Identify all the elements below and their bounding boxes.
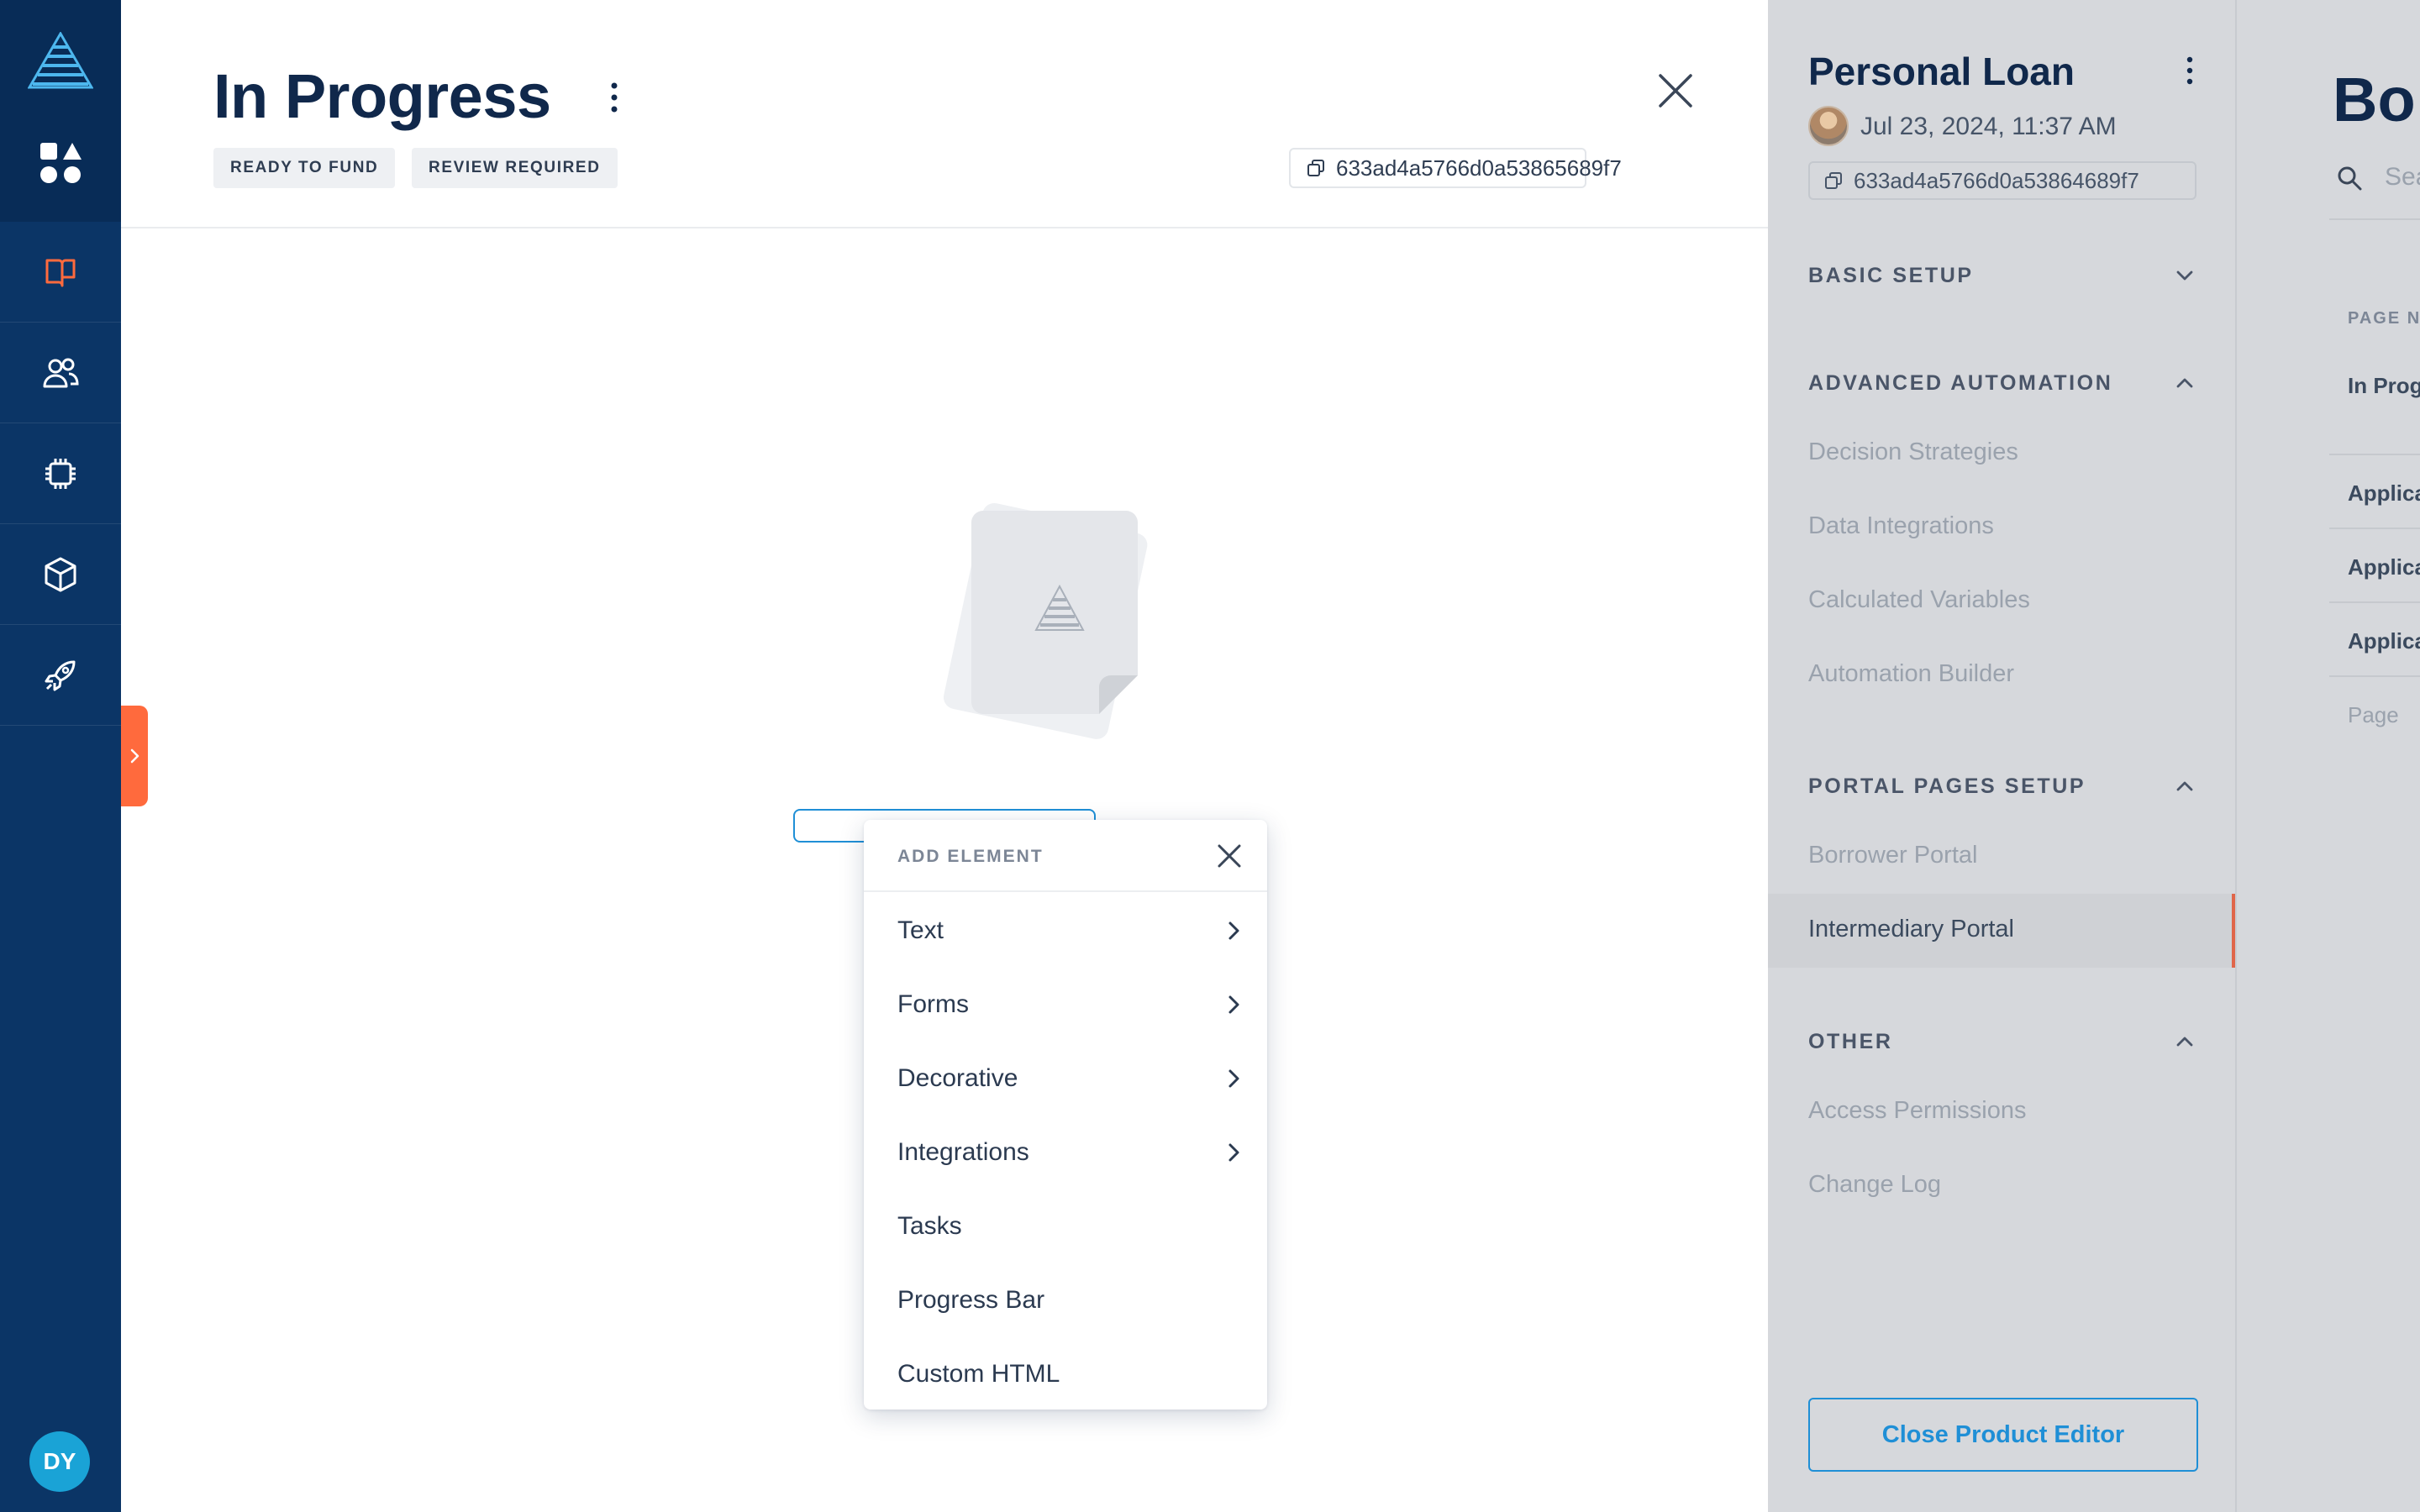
page-title: In Progress — [213, 61, 551, 131]
nav-item-modules[interactable] — [0, 524, 121, 625]
search-icon — [2338, 166, 2362, 191]
book-icon — [45, 259, 76, 286]
divider — [2329, 454, 2420, 455]
menu-item-forms[interactable]: Forms — [864, 968, 1267, 1042]
chevron-right-icon — [1228, 995, 1239, 1014]
divider — [2329, 675, 2420, 677]
updated-date: Jul 23, 2024, 11:37 AM — [1860, 113, 2117, 140]
id-value: 633ad4a5766d0a53865689f7 — [1336, 155, 1622, 181]
sidebar-item-label: Intermediary Portal — [1808, 916, 2014, 942]
add-element-popup: ADD ELEMENT Text Forms Decorative Integr… — [864, 820, 1267, 1410]
logo-area — [0, 0, 121, 222]
sidebar-item-automation-builder[interactable]: Automation Builder — [1808, 660, 2014, 688]
id-copy-chip[interactable]: 633ad4a5766d0a53865689f7 — [1289, 148, 1622, 188]
sidebar-item-data-integrations[interactable]: Data Integrations — [1808, 512, 1994, 540]
status-tag-review-required: REVIEW REQUIRED — [412, 148, 618, 188]
column-header-page-name: PAGE NA — [2348, 309, 2420, 328]
sidebar-item-calculated-variables[interactable]: Calculated Variables — [1808, 586, 2030, 614]
menu-item-custom-html[interactable]: Custom HTML — [864, 1337, 1267, 1411]
author-avatar — [1808, 106, 1849, 146]
divider — [2329, 601, 2420, 603]
menu-item-tasks[interactable]: Tasks — [864, 1189, 1267, 1263]
popup-title: ADD ELEMENT — [897, 847, 1044, 866]
section-basic-setup[interactable]: BASIC SETUP — [1808, 259, 2200, 292]
product-id-chip[interactable]: 633ad4a5766d0a53864689f7 — [1808, 161, 2196, 200]
chevron-right-icon — [1228, 1069, 1239, 1088]
chevron-right-icon — [130, 748, 139, 764]
user-avatar[interactable]: DY — [29, 1431, 90, 1492]
section-title: ADVANCED AUTOMATION — [1808, 370, 2113, 395]
sidebar-item-decision-strategies[interactable]: Decision Strategies — [1808, 438, 2018, 466]
table-row[interactable]: Applica — [2348, 554, 2420, 580]
chevron-up-icon — [2176, 378, 2193, 388]
menu-item-decorative[interactable]: Decorative — [864, 1042, 1267, 1116]
chevron-right-icon — [1228, 1143, 1239, 1162]
search-input[interactable]: Sea — [2385, 163, 2420, 192]
header-divider — [121, 227, 1768, 228]
sidebar-item-intermediary-portal[interactable]: Intermediary Portal — [1768, 894, 2235, 968]
more-options-icon[interactable] — [2185, 55, 2195, 86]
chip-icon — [45, 458, 76, 489]
pagination-label: Page — [2348, 702, 2399, 727]
divider — [2329, 218, 2420, 220]
nav-item-launch[interactable] — [0, 625, 121, 726]
nav-item-integrations[interactable] — [0, 423, 121, 524]
empty-page-illustration — [943, 502, 1148, 739]
table-row[interactable]: Applica — [2348, 628, 2420, 654]
close-icon[interactable] — [1215, 842, 1244, 870]
menu-item-label: Decorative — [897, 1064, 1018, 1092]
section-advanced-automation[interactable]: ADVANCED AUTOMATION — [1808, 366, 2200, 400]
cube-icon — [45, 557, 76, 591]
sidebar-item-access-permissions[interactable]: Access Permissions — [1808, 1097, 2026, 1125]
status-tag-ready-to-fund: READY TO FUND — [213, 148, 396, 188]
users-icon — [43, 358, 79, 387]
chevron-up-icon — [2176, 1037, 2193, 1047]
nav-item-products[interactable] — [0, 222, 121, 323]
product-editor-sidebar: Personal Loan Jul 23, 2024, 11:37 AM 633… — [1768, 0, 2235, 1512]
triangle-logo-icon[interactable] — [28, 32, 93, 89]
chevron-right-icon — [1228, 921, 1239, 940]
more-options-icon[interactable] — [608, 81, 620, 114]
left-navigation: DY — [0, 0, 121, 1512]
copy-icon — [1307, 160, 1324, 176]
menu-item-text[interactable]: Text — [864, 894, 1267, 968]
close-icon[interactable] — [1655, 71, 1696, 111]
menu-item-label: Progress Bar — [897, 1286, 1045, 1314]
section-portal-pages-setup[interactable]: PORTAL PAGES SETUP — [1808, 769, 2200, 803]
popup-header: ADD ELEMENT — [864, 820, 1267, 892]
expand-panel-tab[interactable] — [121, 706, 148, 806]
rocket-icon — [45, 660, 76, 690]
apps-icon[interactable] — [39, 141, 82, 185]
sidebar-item-borrower-portal[interactable]: Borrower Portal — [1808, 842, 1977, 869]
section-title: OTHER — [1808, 1029, 1893, 1053]
menu-item-label: Custom HTML — [897, 1360, 1060, 1388]
background-page-panel: Bo Sea PAGE NA In Prog Applica Applica A… — [2235, 0, 2420, 1512]
menu-item-label: Text — [897, 916, 944, 944]
copy-icon — [1825, 172, 1842, 189]
panel-title: Bo — [2333, 65, 2416, 134]
page-editor-panel: In Progress READY TO FUND REVIEW REQUIRE… — [121, 0, 1768, 1512]
menu-item-label: Forms — [897, 990, 969, 1018]
section-title: PORTAL PAGES SETUP — [1808, 774, 2086, 798]
menu-item-progress-bar[interactable]: Progress Bar — [864, 1263, 1267, 1337]
section-title: BASIC SETUP — [1808, 263, 1974, 287]
menu-item-integrations[interactable]: Integrations — [864, 1116, 1267, 1189]
product-id-value: 633ad4a5766d0a53864689f7 — [1854, 167, 2139, 193]
table-row[interactable]: In Prog — [2348, 373, 2420, 399]
sidebar-item-change-log[interactable]: Change Log — [1808, 1171, 1941, 1199]
chevron-down-icon — [2176, 270, 2193, 281]
section-other[interactable]: OTHER — [1808, 1025, 2200, 1058]
divider — [2329, 528, 2420, 529]
close-product-editor-button[interactable]: Close Product Editor — [1808, 1398, 2198, 1472]
chevron-up-icon — [2176, 781, 2193, 791]
menu-item-label: Tasks — [897, 1212, 962, 1240]
product-title: Personal Loan — [1808, 50, 2075, 93]
nav-item-users[interactable] — [0, 323, 121, 423]
table-row[interactable]: Applica — [2348, 480, 2420, 507]
menu-item-label: Integrations — [897, 1138, 1029, 1166]
